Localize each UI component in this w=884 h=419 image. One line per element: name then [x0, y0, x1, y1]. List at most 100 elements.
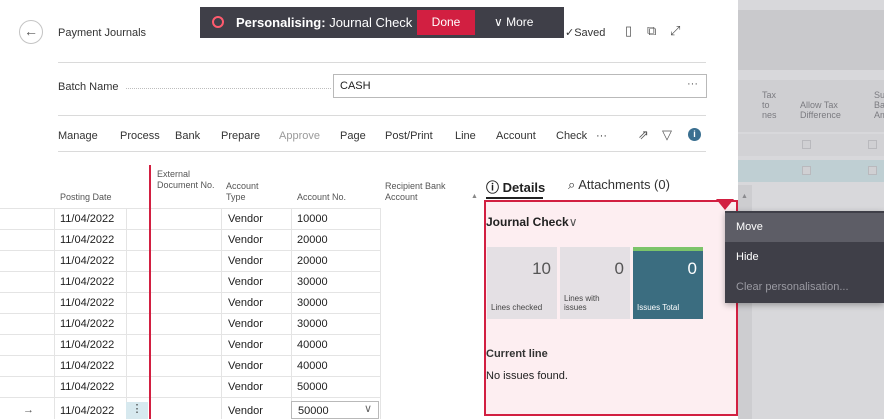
saved-status: ✓Saved [565, 27, 606, 39]
row-actions-button[interactable]: ⋮ [126, 402, 148, 419]
account-type-cell[interactable]: Vendor [228, 339, 263, 351]
account-type-cell[interactable]: Vendor [228, 255, 263, 267]
table-row[interactable]: 11/04/2022 Vendor 20000 [0, 229, 380, 249]
lookup-button[interactable]: ··· [687, 78, 698, 90]
action-post-print[interactable]: Post/Print [385, 130, 433, 142]
table-row[interactable]: 11/04/2022 Vendor 40000 [0, 355, 380, 375]
action-account[interactable]: Account [496, 130, 536, 142]
posting-date-cell[interactable]: 11/04/2022 [60, 213, 114, 225]
done-button[interactable]: Done [417, 10, 475, 35]
tab-attachments[interactable]: ⌕ Attachments (0) [568, 177, 670, 193]
tile-lines-with-issues[interactable]: 0 Lines with issues [560, 247, 630, 319]
tile-issues-total[interactable]: 0 Issues Total [633, 247, 703, 319]
menu-item-move[interactable]: Move [725, 213, 884, 242]
account-no-cell[interactable]: 20000 [297, 234, 328, 246]
column-header-account-type[interactable]: Account Type [226, 181, 268, 203]
column-header-external-document-no[interactable]: External Document No. [157, 169, 219, 191]
tile-lines-checked[interactable]: 10 Lines checked [487, 247, 557, 319]
personalisation-bar: Personalising: Journal Check Done ∨ More [200, 7, 564, 38]
account-no-input[interactable]: 50000 ∨ [291, 401, 379, 419]
action-prepare[interactable]: Prepare [221, 130, 260, 142]
action-page[interactable]: Page [340, 130, 366, 142]
account-no-cell[interactable]: 30000 [297, 318, 328, 330]
arrow-left-icon: ← [24, 23, 38, 39]
posting-date-cell[interactable]: 11/04/2022 [60, 339, 114, 351]
account-no-cell[interactable]: 40000 [297, 339, 328, 351]
account-no-cell[interactable]: 20000 [297, 255, 328, 267]
current-line-label: Current line [486, 348, 548, 360]
background-checkbox [868, 140, 877, 149]
journal-check-title[interactable]: Journal Check∨ [486, 215, 578, 229]
table-row[interactable]: 11/04/2022 Vendor 30000 [0, 271, 380, 291]
table-row[interactable]: 11/04/2022 Vendor 40000 [0, 334, 380, 354]
table-row[interactable]: 11/04/2022 Vendor 10000 [0, 208, 380, 228]
bookmark-icon[interactable]: ▯ [625, 23, 632, 39]
background-header [738, 10, 884, 70]
account-type-cell[interactable]: Vendor [228, 213, 263, 225]
account-no-cell[interactable]: 30000 [297, 297, 328, 309]
action-process[interactable]: Process [120, 130, 160, 142]
background-checkbox [868, 166, 877, 175]
account-no-cell[interactable]: 50000 [297, 381, 328, 393]
posting-date-cell[interactable]: 11/04/2022 [60, 297, 114, 309]
table-row[interactable]: 11/04/2022 Vendor 30000 [0, 313, 380, 333]
account-no-value: 50000 [298, 405, 329, 417]
action-more[interactable]: ··· [596, 130, 607, 142]
posting-date-cell[interactable]: 11/04/2022 [60, 360, 114, 372]
table-row[interactable]: 11/04/2022 Vendor 30000 [0, 292, 380, 312]
open-new-window-icon[interactable]: ⧉ [647, 23, 656, 39]
account-type-cell[interactable]: Vendor [228, 405, 263, 417]
leader-dots [126, 88, 331, 89]
table-row[interactable]: 11/04/2022 Vendor 20000 [0, 250, 380, 270]
posting-date-cell[interactable]: 11/04/2022 [60, 405, 114, 417]
posting-date-cell[interactable]: 11/04/2022 [60, 318, 114, 330]
column-header-posting-date[interactable]: Posting Date [60, 192, 112, 203]
account-type-cell[interactable]: Vendor [228, 234, 263, 246]
checkmark-icon: ✓ [565, 27, 575, 39]
account-no-cell[interactable]: 40000 [297, 360, 328, 372]
posting-date-cell[interactable]: 11/04/2022 [60, 381, 114, 393]
table-row[interactable]: 11/04/2022 Vendor 50000 [0, 376, 380, 396]
info-circle-icon: ⓘ [486, 180, 500, 195]
account-no-cell[interactable]: 30000 [297, 276, 328, 288]
journal-check-part[interactable]: Journal Check∨ 10 Lines checked 0 Lines … [484, 200, 738, 416]
column-separator [380, 208, 381, 419]
divider [58, 115, 706, 116]
account-type-cell[interactable]: Vendor [228, 360, 263, 372]
account-type-cell[interactable]: Vendor [228, 318, 263, 330]
background-row-selected [738, 160, 884, 182]
scroll-up-icon[interactable]: ▲ [471, 193, 478, 200]
paperclip-icon: ⌕ [568, 177, 576, 192]
action-bank[interactable]: Bank [175, 130, 200, 142]
account-type-cell[interactable]: Vendor [228, 276, 263, 288]
expand-icon[interactable]: ⤢ [670, 23, 680, 39]
account-type-cell[interactable]: Vendor [228, 297, 263, 309]
info-icon[interactable]: i [688, 128, 701, 141]
background-row [738, 134, 884, 156]
tile-label: Lines checked [491, 303, 543, 312]
more-button[interactable]: ∨ More [494, 15, 533, 29]
background-page: Taxtones Allow TaxDifference SuggBalarAm… [738, 0, 884, 419]
account-no-cell[interactable]: 10000 [297, 213, 328, 225]
chevron-down-icon[interactable]: ∨ [364, 402, 372, 415]
batch-name-value: CASH [340, 80, 371, 92]
action-check[interactable]: Check [556, 130, 587, 142]
action-line[interactable]: Line [455, 130, 476, 142]
back-button[interactable]: ← [19, 20, 43, 44]
menu-item-hide[interactable]: Hide [725, 243, 884, 272]
part-context-marker-icon[interactable] [716, 199, 734, 210]
account-type-cell[interactable]: Vendor [228, 381, 263, 393]
action-manage[interactable]: Manage [58, 130, 98, 142]
menu-item-clear-personalisation[interactable]: Clear personalisation... [725, 273, 884, 302]
action-approve[interactable]: Approve [279, 130, 320, 142]
batch-name-field[interactable]: CASH ··· [333, 74, 707, 98]
filter-icon[interactable]: ▽ [662, 127, 672, 143]
posting-date-cell[interactable]: 11/04/2022 [60, 255, 114, 267]
posting-date-cell[interactable]: 11/04/2022 [60, 234, 114, 246]
posting-date-cell[interactable]: 11/04/2022 [60, 276, 114, 288]
tab-details[interactable]: ⓘ Details [486, 177, 545, 196]
column-header-recipient-bank-account[interactable]: Recipient Bank Account [385, 181, 465, 203]
current-line-value: No issues found. [486, 370, 568, 382]
share-icon[interactable]: ⇗ [638, 127, 649, 143]
column-header-account-no[interactable]: Account No. [297, 192, 346, 203]
